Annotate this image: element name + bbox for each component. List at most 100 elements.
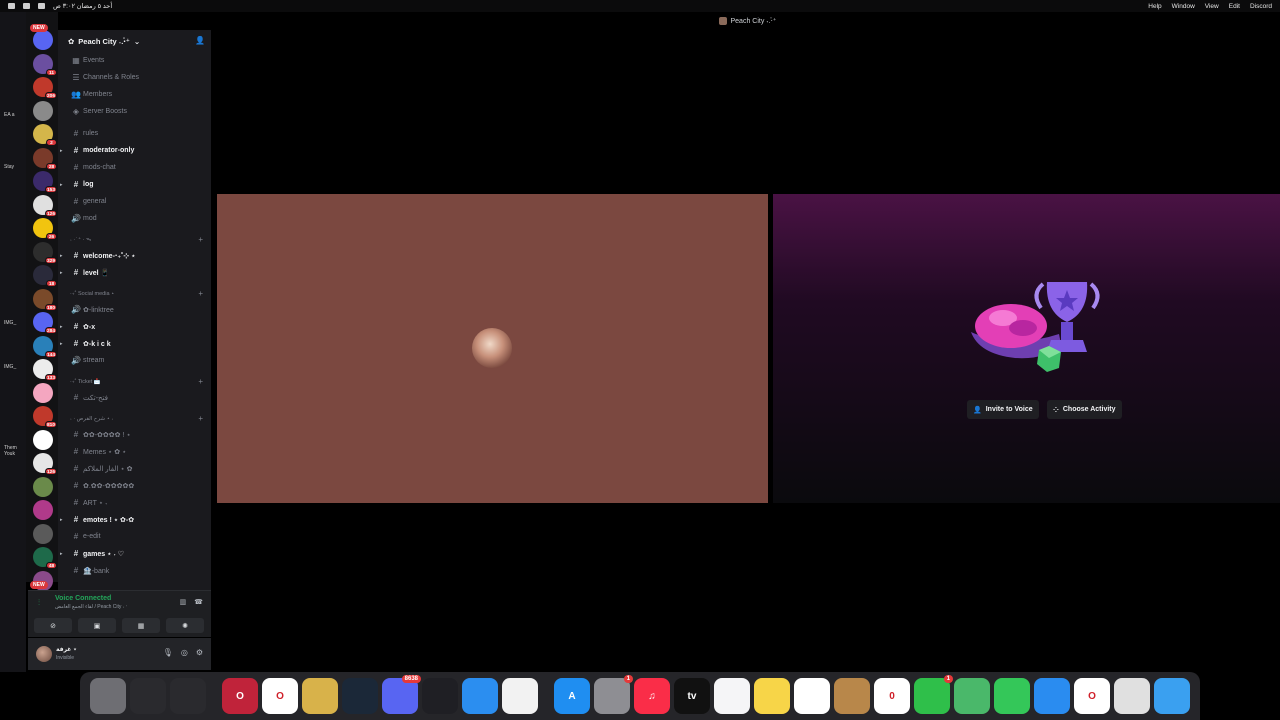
- channel-item[interactable]: 🔊 stream: [58, 352, 211, 369]
- calendar-icon[interactable]: 0: [874, 678, 910, 714]
- channel-category[interactable]: ‧₊˚ Social media ⋆ +: [58, 281, 211, 301]
- camera-off-button[interactable]: ⊘: [34, 618, 72, 633]
- server-icon[interactable]: [33, 429, 53, 450]
- sidebar-menu-item[interactable]: 👥 Members: [58, 86, 211, 103]
- server-icon[interactable]: 180: [33, 288, 57, 311]
- channel-item[interactable]: 🔊 mod: [58, 210, 211, 227]
- noise-suppression-icon[interactable]: ▥: [180, 598, 187, 606]
- choose-activity-button[interactable]: ⁘ Choose Activity: [1047, 400, 1122, 419]
- facetime-icon[interactable]: 1: [914, 675, 953, 714]
- voice-status[interactable]: Voice Connected: [55, 595, 111, 602]
- channel-item[interactable]: ▸ # ✿-x: [58, 318, 211, 335]
- system-settings-icon[interactable]: 1: [594, 675, 633, 714]
- invite-people-icon[interactable]: 👤: [195, 36, 205, 45]
- channel-item[interactable]: ▸ # games ⋆ ˖ ♡: [58, 545, 211, 562]
- safari-icon[interactable]: [462, 678, 498, 714]
- obs-icon[interactable]: [422, 678, 458, 714]
- freeform-icon[interactable]: [714, 678, 750, 714]
- invite-to-voice-button[interactable]: 👤 Invite to Voice: [967, 400, 1039, 419]
- trash-icon[interactable]: [90, 678, 126, 714]
- mail-icon[interactable]: [1034, 678, 1070, 714]
- server-icon[interactable]: 133: [33, 359, 57, 381]
- microphone-icon[interactable]: 🎙: [163, 648, 173, 657]
- server-icon[interactable]: [33, 476, 53, 497]
- server-icon[interactable]: 284: [33, 312, 57, 334]
- channel-item[interactable]: # general: [58, 193, 211, 210]
- sidebar-menu-item[interactable]: ◈ Server Boosts: [58, 103, 211, 120]
- sidebar-menu-item[interactable]: ▦ Events: [58, 52, 211, 69]
- music-icon[interactable]: ♫: [634, 678, 670, 714]
- channel-item[interactable]: ▸ # welcome-‧₊˚⊹ ⋆: [58, 247, 211, 264]
- menu-view[interactable]: View: [1205, 3, 1219, 10]
- server-icon[interactable]: 2: [33, 124, 57, 146]
- channel-item[interactable]: # ✿.✿✿-✿✿✿✿✿: [58, 477, 211, 494]
- launchpad-icon[interactable]: [1114, 678, 1150, 714]
- opera-gx-icon[interactable]: O: [222, 678, 258, 714]
- channel-item[interactable]: ▸ # moderator-only: [58, 142, 211, 159]
- server-icon[interactable]: 48: [33, 547, 57, 569]
- channel-item[interactable]: # Memes ⋆ ✿ ⋆: [58, 443, 211, 460]
- soundboard-button[interactable]: ✺: [166, 618, 204, 633]
- photos-grid-icon[interactable]: [502, 678, 538, 714]
- server-icon[interactable]: 126: [33, 453, 57, 475]
- gear-icon[interactable]: ⚙: [196, 648, 203, 657]
- activities-button[interactable]: ▦: [122, 618, 160, 633]
- control-center-icon[interactable]: [38, 3, 45, 9]
- channel-category[interactable]: ˖ ‧ ̍ ⁺ ‧ ᯓ +: [58, 227, 211, 247]
- contacts-icon[interactable]: [834, 678, 870, 714]
- server-icon[interactable]: NEW: [30, 570, 53, 591]
- screen-share-button[interactable]: ▣: [78, 618, 116, 633]
- username[interactable]: غرفة ⋆: [56, 646, 77, 653]
- create-channel-icon[interactable]: +: [198, 235, 203, 244]
- server-icon[interactable]: 18: [33, 265, 57, 287]
- server-icon[interactable]: 28: [33, 147, 57, 170]
- headphones-icon[interactable]: ◎: [181, 648, 188, 657]
- sidebar-menu-item[interactable]: ☰ Channels & Roles: [58, 69, 211, 86]
- channel-category[interactable]: ˖ ‧ شرح الفرص ⋆ ˖ +: [58, 406, 211, 426]
- notes-icon[interactable]: [754, 678, 790, 714]
- server-icon[interactable]: 26: [33, 218, 57, 240]
- channel-item[interactable]: # الفار الملاكم ⋆ ✿: [58, 460, 211, 477]
- window-1-icon[interactable]: [130, 678, 166, 714]
- apple-tv-icon[interactable]: tv: [674, 678, 710, 714]
- steam-icon[interactable]: [342, 678, 378, 714]
- game-app-icon[interactable]: [302, 678, 338, 714]
- voice-channel-name[interactable]: لقاء الجمع الغامض / Peach City ˖ ‧: [55, 604, 127, 610]
- channel-item[interactable]: # ART ⋆ ˖: [58, 494, 211, 511]
- server-icon[interactable]: 144: [33, 335, 57, 358]
- desktop-file-label[interactable]: Stay: [4, 164, 14, 170]
- menu-discord[interactable]: Discord: [1250, 3, 1272, 10]
- channel-category[interactable]: ‧₊˚ Ticket 📩 +: [58, 369, 211, 389]
- maps-icon[interactable]: [954, 678, 990, 714]
- battery-icon[interactable]: [23, 3, 30, 9]
- create-channel-icon[interactable]: +: [198, 414, 203, 423]
- wifi-icon[interactable]: [8, 3, 15, 9]
- server-icon[interactable]: 329: [33, 241, 57, 264]
- channel-item[interactable]: ▸ # ✿-k i c k: [58, 335, 211, 352]
- server-icon[interactable]: [33, 382, 53, 403]
- menu-help[interactable]: Help: [1148, 3, 1161, 10]
- participant-tile[interactable]: [217, 194, 768, 503]
- channel-item[interactable]: # 🏦-bank: [58, 562, 211, 579]
- opera-icon[interactable]: O: [262, 678, 298, 714]
- avatar[interactable]: [36, 646, 52, 662]
- channel-item[interactable]: # فتح-تكت: [58, 389, 211, 406]
- create-channel-icon[interactable]: +: [198, 289, 203, 298]
- server-icon[interactable]: [33, 523, 53, 544]
- desktop-file-label[interactable]: IMG_: [4, 364, 16, 370]
- server-icon[interactable]: 126: [33, 194, 57, 217]
- discord-icon[interactable]: 8638: [382, 675, 421, 714]
- server-icon[interactable]: [33, 100, 53, 121]
- desktop-file-label[interactable]: EA a: [4, 112, 15, 118]
- channel-item[interactable]: 🔊 ✿-linktree: [58, 301, 211, 318]
- channel-item[interactable]: ▸ # emotes ! ⋆ ✿-✿: [58, 511, 211, 528]
- server-icon[interactable]: 11: [33, 53, 57, 76]
- menu-edit[interactable]: Edit: [1229, 3, 1240, 10]
- app-store-icon[interactable]: A: [554, 678, 590, 714]
- channel-item[interactable]: ▸ # level 📱: [58, 264, 211, 281]
- channel-item[interactable]: # mods-chat: [58, 159, 211, 176]
- desktop-file-label[interactable]: Them Youk: [4, 445, 26, 457]
- menu-window[interactable]: Window: [1172, 3, 1195, 10]
- window-2-icon[interactable]: [170, 678, 206, 714]
- server-icon[interactable]: 153: [33, 171, 57, 193]
